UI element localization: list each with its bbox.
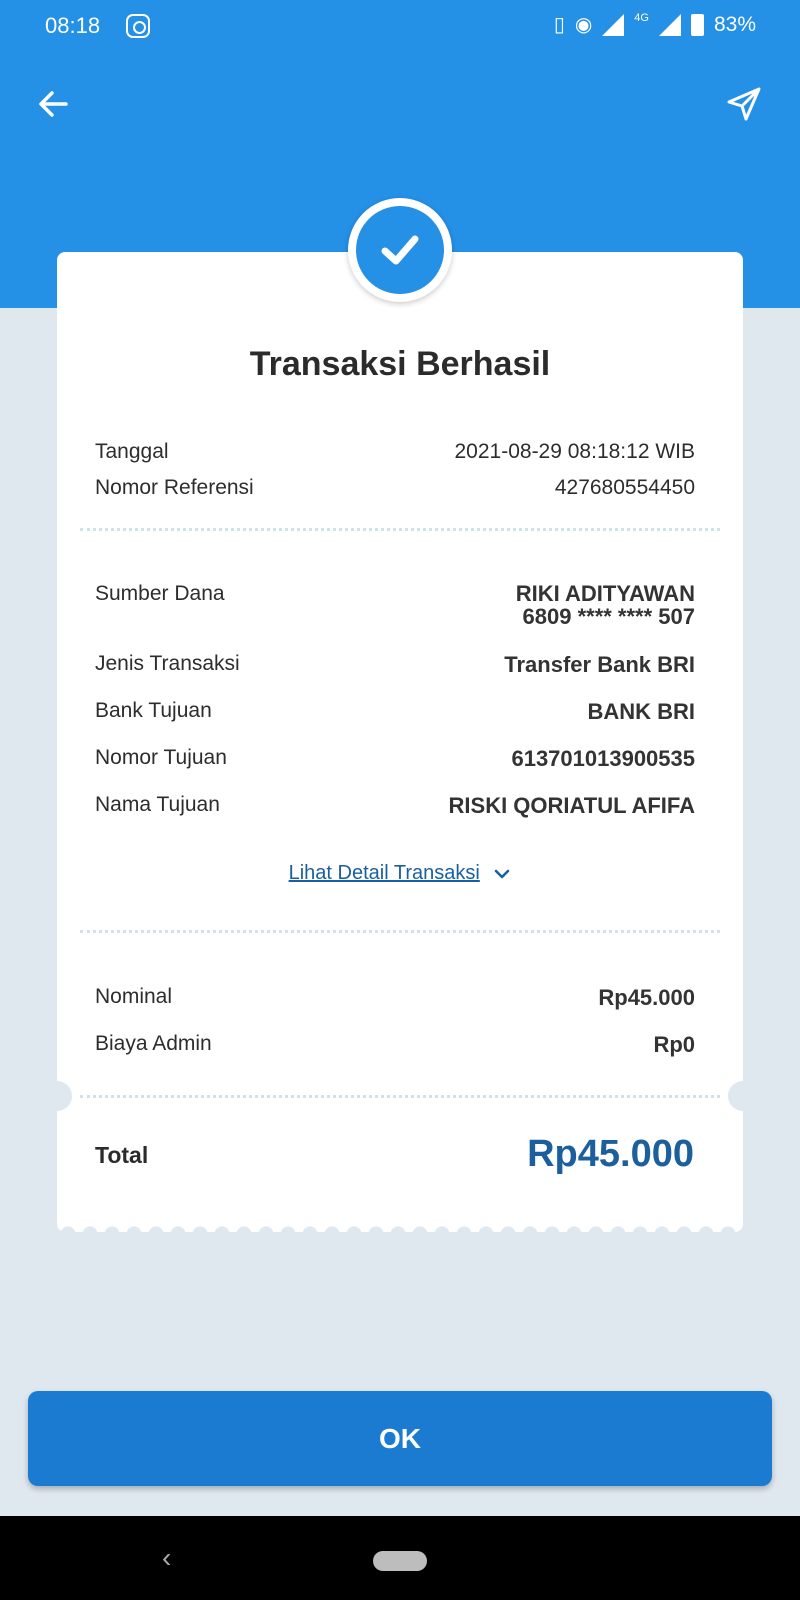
battery-percent: 83% — [713, 13, 756, 36]
divider — [80, 930, 720, 933]
nama-tujuan-label: Nama Tujuan — [95, 793, 220, 816]
nomor-tujuan-value: 613701013900535 — [511, 746, 695, 771]
nominal-value: Rp45.000 — [598, 985, 695, 1010]
vibrate-icon: ▯ — [553, 14, 565, 36]
chevron-down-icon — [495, 869, 510, 878]
row-tanggal: Tanggal 2021-08-29 08:18:12 WIB — [95, 440, 695, 464]
referensi-value: 427680554450 — [554, 476, 695, 499]
status-bar: 08:18 ▯ ◉ 4G 83% — [0, 0, 800, 52]
nav-home-icon[interactable] — [373, 1551, 427, 1571]
send-icon[interactable] — [724, 84, 764, 124]
row-biaya-admin: Biaya Admin Rp0 — [95, 1032, 695, 1058]
row-sumber-dana: Sumber Dana RIKI ADITYAWAN 6809 **** ***… — [95, 582, 695, 628]
bank-label: Bank Tujuan — [95, 699, 212, 722]
status-time: 08:18 — [45, 13, 101, 38]
network-type: 4G — [634, 12, 649, 24]
jenis-value: Transfer Bank BRI — [504, 652, 695, 677]
tanggal-label: Tanggal — [95, 440, 169, 463]
admin-value: Rp0 — [653, 1032, 695, 1057]
jenis-label: Jenis Transaksi — [95, 652, 240, 675]
row-nomor-tujuan: Nomor Tujuan 613701013900535 — [95, 746, 695, 772]
receipt-card — [57, 252, 743, 1232]
signal-icon-2 — [658, 14, 681, 36]
instagram-icon — [126, 14, 150, 38]
bank-value: BANK BRI — [587, 699, 695, 724]
referensi-label: Nomor Referensi — [95, 476, 254, 499]
battery-icon — [690, 14, 704, 36]
receipt-notch-right — [728, 1081, 758, 1111]
sumber-dana-account: 6809 **** **** 507 — [522, 604, 695, 629]
row-referensi: Nomor Referensi 427680554450 — [95, 476, 695, 500]
nominal-label: Nominal — [95, 985, 173, 1008]
sumber-dana-name: RIKI ADITYAWAN — [515, 581, 695, 606]
divider — [80, 1095, 720, 1098]
ok-button[interactable]: OK — [28, 1391, 772, 1486]
arrow-left-icon[interactable] — [34, 84, 74, 124]
admin-label: Biaya Admin — [95, 1032, 212, 1055]
status-icons: ▯ ◉ 4G 83% — [554, 12, 756, 38]
detail-link-label: Lihat Detail Transaksi — [288, 862, 480, 884]
detail-transaction-link[interactable]: Lihat Detail Transaksi — [57, 862, 743, 885]
sumber-dana-value: RIKI ADITYAWAN 6809 **** **** 507 — [516, 582, 695, 628]
receipt-bottom-edge — [57, 1222, 743, 1234]
row-bank-tujuan: Bank Tujuan BANK BRI — [95, 699, 695, 725]
receipt-notch-left — [42, 1081, 72, 1111]
page-title: Transaksi Berhasil — [249, 345, 551, 383]
total-value: Rp45.000 — [527, 1133, 694, 1175]
row-nominal: Nominal Rp45.000 — [95, 985, 695, 1011]
nama-tujuan-value: RISKI QORIATUL AFIFA — [448, 793, 695, 818]
system-nav-bar: ‹ — [0, 1516, 800, 1600]
row-nama-tujuan: Nama Tujuan RISKI QORIATUL AFIFA — [95, 793, 695, 819]
nav-back-icon[interactable]: ‹ — [162, 1542, 171, 1574]
tanggal-value: 2021-08-29 08:18:12 WIB — [454, 440, 696, 463]
total-label: Total — [95, 1142, 149, 1168]
sumber-dana-label: Sumber Dana — [95, 582, 225, 605]
nomor-tujuan-label: Nomor Tujuan — [95, 746, 227, 769]
row-jenis-transaksi: Jenis Transaksi Transfer Bank BRI — [95, 652, 695, 678]
success-check-icon — [348, 198, 452, 302]
divider — [80, 528, 720, 531]
signal-icon — [602, 14, 625, 36]
hotspot-icon: ◉ — [574, 14, 593, 36]
